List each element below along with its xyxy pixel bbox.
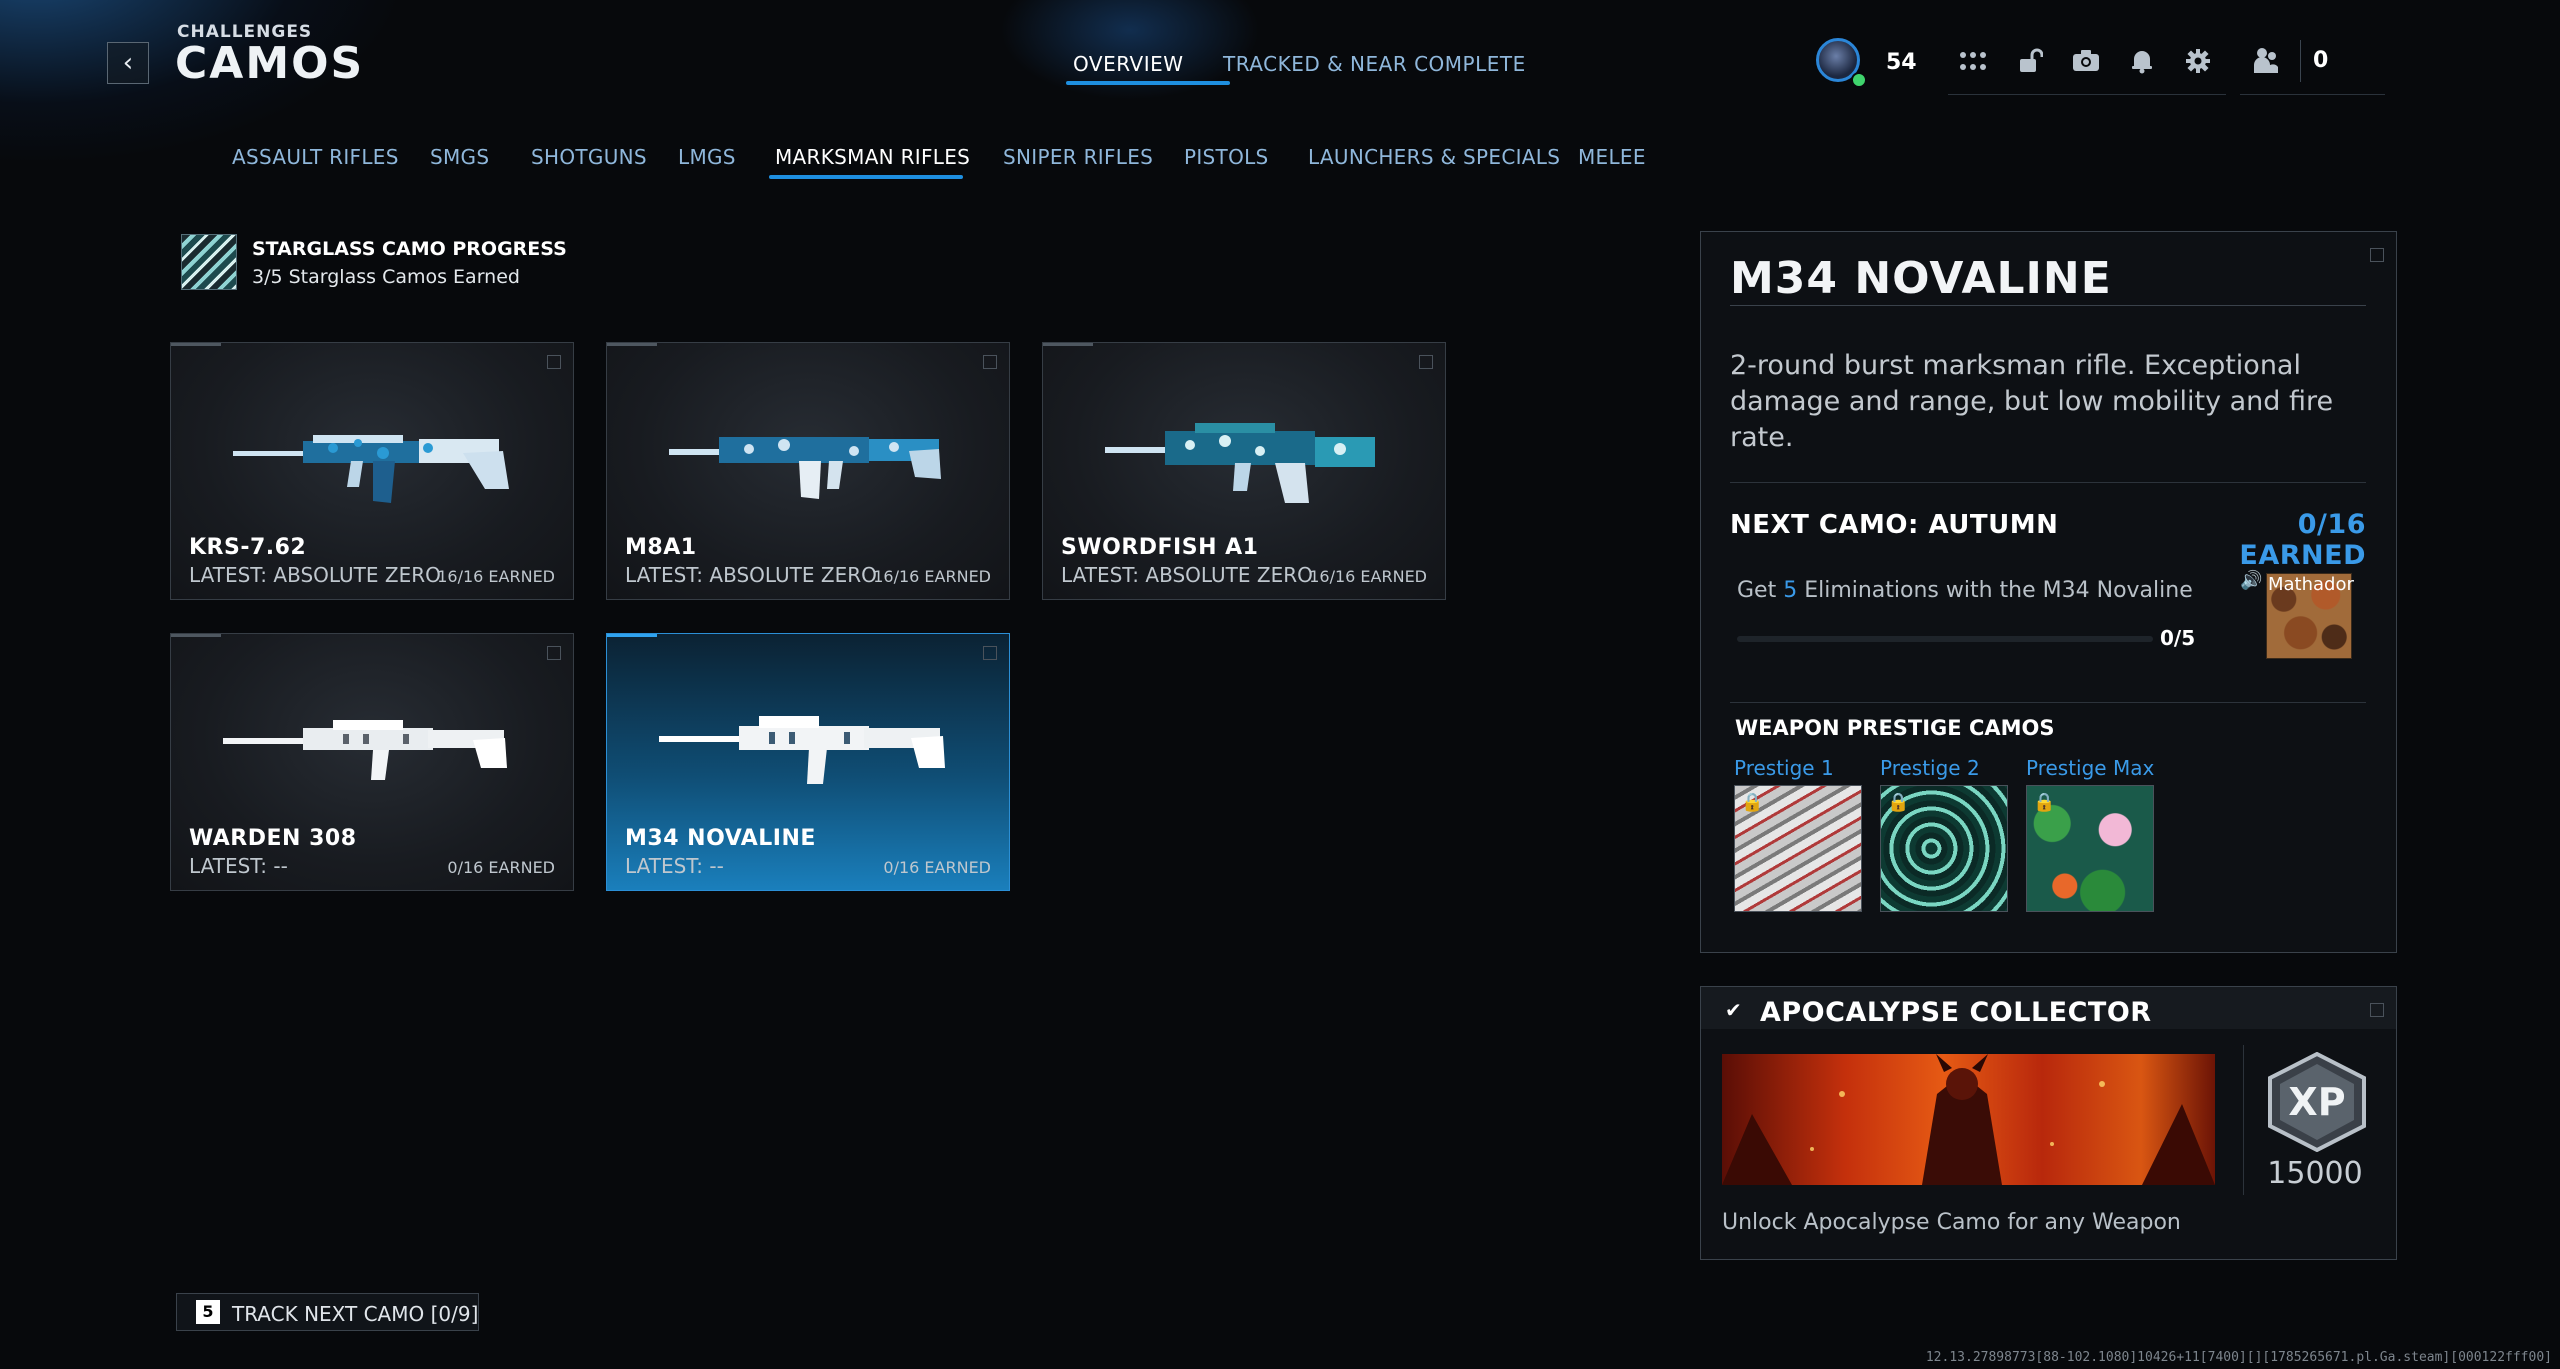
apocalypse-camo-image	[1722, 1054, 2215, 1185]
category-launchers-specials[interactable]: LAUNCHERS & SPECIALS	[1308, 145, 1560, 169]
tab-tracked-near-complete[interactable]: TRACKED & NEAR COMPLETE	[1223, 52, 1526, 76]
weapon-latest-camo: LATEST: ABSOLUTE ZERO	[625, 563, 877, 587]
back-button[interactable]: ‹	[107, 42, 149, 84]
lock-icon: 🔒	[1887, 792, 1910, 813]
divider	[1730, 482, 2366, 483]
tab-overview-underline	[1066, 81, 1230, 85]
weapon-name: SWORDFISH A1	[1061, 535, 1259, 560]
weapon-card-swordfish-a1[interactable]: SWORDFISH A1 LATEST: ABSOLUTE ZERO 16/16…	[1042, 342, 1446, 600]
panel-corner-icon	[2370, 248, 2384, 262]
challenge-description: Get 5 Eliminations with the M34 Novaline	[1737, 578, 2193, 603]
gear-icon[interactable]	[2180, 42, 2216, 80]
check-icon: ✔	[1725, 998, 1742, 1022]
prestige-max-label: Prestige Max	[2026, 756, 2155, 780]
weapon-earned: 16/16 EARNED	[873, 567, 991, 586]
track-next-camo-label: TRACK NEXT CAMO [0/9]	[232, 1302, 479, 1326]
build-info: 12.13.27898773[88-102.1080]10426+11[7400…	[1925, 1350, 2552, 1365]
player-level: 54	[1886, 50, 1917, 75]
challenge-progress-bar	[1737, 636, 2153, 642]
weapon-card-warden-308[interactable]: WARDEN 308 LATEST: -- 0/16 EARNED	[170, 633, 574, 891]
category-shotguns[interactable]: SHOTGUNS	[531, 145, 647, 169]
weapon-earned: 16/16 EARNED	[437, 567, 555, 586]
weapon-latest-camo: LATEST: ABSOLUTE ZERO	[189, 563, 441, 587]
prestige-2-label: Prestige 2	[1880, 756, 1980, 780]
prestige-2-camo[interactable]: 🔒	[1880, 785, 2008, 912]
weapon-name: M8A1	[625, 535, 697, 560]
next-camo-label: NEXT CAMO: AUTUMN	[1730, 510, 2059, 540]
category-sniper-rifles[interactable]: SNIPER RIFLES	[1003, 145, 1153, 169]
weapon-name: M34 NOVALINE	[625, 826, 816, 851]
weapon-latest-camo: LATEST: --	[189, 854, 288, 878]
icon-bar-divider	[1948, 94, 2226, 95]
category-smgs[interactable]: SMGS	[430, 145, 489, 169]
category-melee[interactable]: MELEE	[1578, 145, 1646, 169]
lock-icon: 🔒	[2033, 792, 2056, 813]
party-divider	[2240, 94, 2385, 95]
challenge-progress-text: 0/5	[2160, 626, 2196, 650]
divider	[1730, 702, 2366, 703]
title-divider	[1730, 305, 2366, 306]
card-corner-icon	[547, 355, 561, 369]
weapon-earned: 0/16 EARNED	[883, 858, 991, 877]
card-corner-icon	[1419, 355, 1433, 369]
category-marksman-rifles[interactable]: MARKSMAN RIFLES	[775, 145, 970, 169]
prestige-1-label: Prestige 1	[1734, 756, 1834, 780]
card-corner-icon	[983, 646, 997, 660]
tab-glow	[1000, 0, 1260, 100]
weapon-name: KRS-7.62	[189, 535, 307, 560]
prestige-1-camo[interactable]: 🔒	[1734, 785, 1862, 912]
weapon-image-m8a1	[669, 437, 941, 499]
weapon-card-m8a1[interactable]: M8A1 LATEST: ABSOLUTE ZERO 16/16 EARNED	[606, 342, 1010, 600]
weapon-image-warden-308	[223, 720, 507, 780]
camos-screen: ‹ CHALLENGES CAMOS OVERVIEW TRACKED & NE…	[0, 0, 2560, 1369]
starglass-title: STARGLASS CAMO PROGRESS	[252, 238, 567, 260]
card-corner-icon	[547, 646, 561, 660]
chevron-left-icon: ‹	[122, 48, 134, 78]
keybind-badge: 5	[196, 1300, 220, 1324]
category-assault-rifles[interactable]: ASSAULT RIFLES	[232, 145, 399, 169]
tab-overview[interactable]: OVERVIEW	[1073, 52, 1184, 76]
starglass-progress: 3/5 Starglass Camos Earned	[252, 266, 520, 288]
category-pistols[interactable]: PISTOLS	[1184, 145, 1269, 169]
apps-grid-icon[interactable]	[1955, 42, 1991, 80]
weapon-latest-camo: LATEST: --	[625, 854, 724, 878]
speaker-icon: 🔊	[2240, 570, 2263, 591]
panel-corner-icon	[2370, 1003, 2384, 1017]
collector-title: APOCALYPSE COLLECTOR	[1760, 997, 2152, 1028]
unlock-icon[interactable]	[2012, 42, 2048, 80]
category-underline	[769, 175, 963, 179]
weapon-card-krs-762[interactable]: KRS-7.62 LATEST: ABSOLUTE ZERO 16/16 EAR…	[170, 342, 574, 600]
weapon-name: WARDEN 308	[189, 826, 357, 851]
category-lmgs[interactable]: LMGS	[678, 145, 736, 169]
weapon-earned: 0/16 EARNED	[447, 858, 555, 877]
weapon-card-m34-novaline[interactable]: M34 NOVALINE LATEST: -- 0/16 EARNED	[606, 633, 1010, 891]
xp-divider	[2243, 1045, 2244, 1195]
prestige-camos-title: WEAPON PRESTIGE CAMOS	[1735, 716, 2055, 740]
lock-icon: 🔒	[1741, 792, 1764, 813]
bell-icon[interactable]	[2124, 42, 2160, 80]
weapon-detail-title: M34 NOVALINE	[1730, 253, 2112, 304]
camera-icon[interactable]	[2068, 42, 2104, 80]
card-corner-icon	[983, 355, 997, 369]
page-title: CAMOS	[175, 38, 365, 89]
next-camo-earned: 0/16 EARNED	[2239, 509, 2366, 571]
header-separator	[2300, 40, 2301, 82]
starglass-camo-icon	[181, 234, 237, 290]
weapon-earned: 16/16 EARNED	[1309, 567, 1427, 586]
weapon-description: 2-round burst marksman rifle. Exceptiona…	[1730, 350, 2334, 453]
prestige-max-camo[interactable]: 🔒	[2026, 785, 2154, 912]
weapon-image-swordfish-a1	[1105, 423, 1375, 503]
online-status-dot	[1851, 72, 1867, 88]
xp-badge-label: XP	[2288, 1080, 2346, 1124]
camo-owner-name: Mathador	[2268, 574, 2354, 595]
party-icon[interactable]	[2248, 42, 2284, 80]
weapon-latest-camo: LATEST: ABSOLUTE ZERO	[1061, 563, 1313, 587]
xp-reward-value: 15000	[2267, 1156, 2363, 1191]
party-count: 0	[2313, 48, 2329, 73]
weapon-image-krs-762	[233, 435, 509, 503]
collector-description: Unlock Apocalypse Camo for any Weapon	[1722, 1210, 2181, 1235]
weapon-image-m34-novaline	[659, 716, 945, 784]
